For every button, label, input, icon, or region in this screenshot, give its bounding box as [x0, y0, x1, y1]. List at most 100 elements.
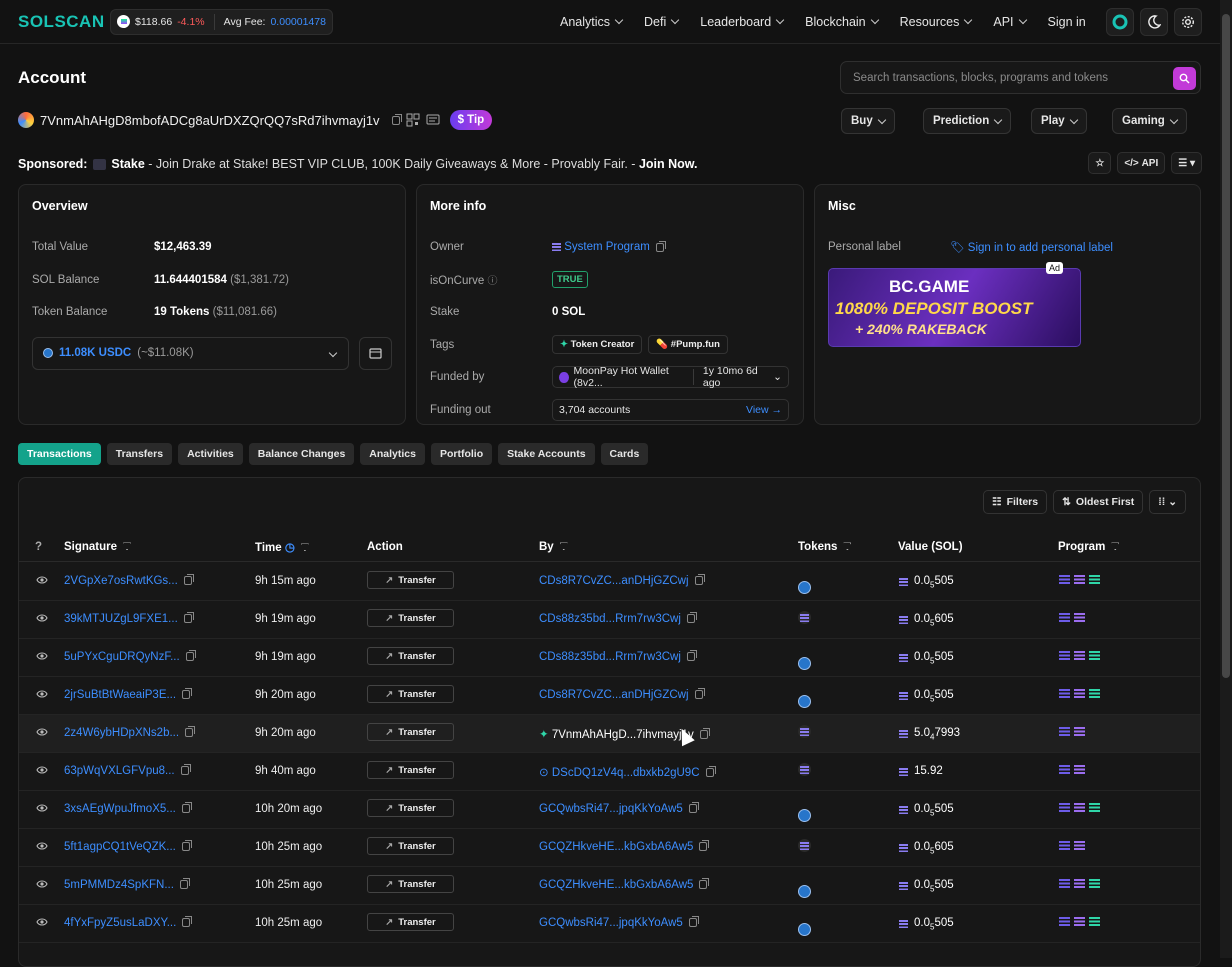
copy-icon[interactable]: [181, 840, 192, 852]
program-icon[interactable]: [1089, 651, 1100, 660]
signature-link[interactable]: 63pWqVXLGFVpu8...: [64, 764, 191, 777]
signature-link[interactable]: 5uPYxCguDRQyNzF...: [64, 650, 196, 663]
tab-activities[interactable]: Activities: [178, 443, 243, 465]
sol-token-icon[interactable]: [798, 725, 811, 738]
funding-out-view-link[interactable]: View →: [746, 404, 782, 416]
by-address-link[interactable]: GCQZHkveHE...kbGxbA6Aw5: [539, 840, 710, 853]
program-icon[interactable]: [1059, 765, 1070, 774]
header-tokens[interactable]: Tokens: [798, 541, 852, 553]
sort-button[interactable]: ⇅ Oldest First: [1053, 490, 1144, 514]
search-input[interactable]: Search transactions, blocks, programs an…: [840, 61, 1201, 94]
tab-transactions[interactable]: Transactions: [18, 443, 101, 465]
header-by[interactable]: By: [539, 541, 568, 553]
favorite-button[interactable]: ☆: [1088, 152, 1112, 174]
tab-cards[interactable]: Cards: [600, 443, 649, 465]
program-icon[interactable]: [1059, 575, 1070, 584]
tag-pump-fun[interactable]: 💊 #Pump.fun: [648, 335, 728, 355]
eye-icon[interactable]: [36, 574, 48, 586]
copy-icon[interactable]: [688, 916, 699, 928]
copy-icon[interactable]: [686, 650, 697, 662]
copy-icon[interactable]: [181, 802, 192, 814]
eye-icon[interactable]: [36, 764, 48, 776]
copy-icon[interactable]: [699, 728, 710, 740]
copy-icon[interactable]: [699, 878, 710, 890]
wallet-button[interactable]: [1106, 8, 1134, 36]
nav-blockchain[interactable]: Blockchain: [805, 15, 877, 29]
program-icon[interactable]: [1089, 879, 1100, 888]
tab-balance-changes[interactable]: Balance Changes: [248, 443, 355, 465]
prediction-dropdown[interactable]: Prediction: [923, 108, 1012, 134]
columns-menu-button[interactable]: ⁞⁞ ⌄: [1149, 490, 1186, 514]
program-icon[interactable]: [1059, 841, 1070, 850]
signature-link[interactable]: 5mPMMDz4SpKFN...: [64, 878, 190, 891]
program-icon[interactable]: [1059, 651, 1070, 660]
tab-portfolio[interactable]: Portfolio: [430, 443, 493, 465]
copy-icon[interactable]: [182, 688, 193, 700]
eye-icon[interactable]: [36, 688, 48, 700]
buy-dropdown[interactable]: Buy: [841, 108, 895, 134]
program-icon[interactable]: [1059, 689, 1070, 698]
tab-analytics[interactable]: Analytics: [360, 443, 425, 465]
tip-button[interactable]: $ Tip: [449, 110, 493, 130]
sol-token-icon[interactable]: [798, 763, 811, 776]
header-time[interactable]: Time ◷: [255, 540, 309, 554]
filter-icon[interactable]: [300, 543, 309, 552]
scrollbar-thumb[interactable]: [1222, 14, 1230, 678]
program-icon[interactable]: [1089, 689, 1100, 698]
eye-icon[interactable]: [36, 802, 48, 814]
sponsored-banner[interactable]: Sponsored: Stake - Join Drake at Stake! …: [18, 157, 698, 171]
program-icon[interactable]: [1089, 917, 1100, 926]
list-menu-button[interactable]: ☰ ▾: [1171, 152, 1202, 174]
program-icon[interactable]: [1089, 575, 1100, 584]
copy-icon[interactable]: [182, 916, 193, 928]
sol-token-icon[interactable]: [798, 839, 811, 852]
owner-link[interactable]: System Program: [564, 241, 650, 253]
copy-icon[interactable]: [180, 764, 191, 776]
program-icon[interactable]: [1074, 803, 1085, 812]
add-personal-label-link[interactable]: 🏷 Sign in to add personal label: [950, 240, 1113, 254]
header-program[interactable]: Program: [1058, 541, 1120, 553]
search-button[interactable]: [1173, 67, 1196, 90]
signature-link[interactable]: 5ft1agpCQ1tVeQZK...: [64, 840, 192, 853]
token-holdings-select[interactable]: 11.08K USDC (~$11.08K): [32, 336, 350, 370]
program-icon[interactable]: [1074, 879, 1085, 888]
program-icon[interactable]: [1089, 803, 1100, 812]
signature-link[interactable]: 3xsAEgWpuJfmoX5...: [64, 802, 192, 815]
eye-icon[interactable]: [36, 612, 48, 624]
by-address-link[interactable]: GCQwbsRi47...jpqKkYoAw5: [539, 916, 699, 929]
nav-analytics[interactable]: Analytics: [560, 15, 622, 29]
theme-toggle-button[interactable]: [1140, 8, 1168, 36]
usdc-token-icon[interactable]: [798, 923, 811, 936]
by-address-link[interactable]: CDs88z35bd...Rrm7rw3Cwj: [539, 612, 697, 625]
filter-icon[interactable]: [559, 542, 568, 551]
program-icon[interactable]: [1059, 727, 1070, 736]
by-address-link[interactable]: ⊙ DScDQ1zV4q...dbxkb2gU9C: [539, 765, 716, 779]
eye-icon[interactable]: [36, 840, 48, 852]
nav-defi[interactable]: Defi: [644, 15, 678, 29]
message-icon[interactable]: [426, 113, 440, 127]
by-address-link[interactable]: CDs8R7CvZC...anDHjGZCwj: [539, 688, 705, 701]
copy-icon[interactable]: [185, 650, 196, 662]
program-icon[interactable]: [1074, 917, 1085, 926]
bcgame-ad-banner[interactable]: BC.GAME 1080% DEPOSIT BOOST + 240% RAKEB…: [828, 267, 1081, 347]
program-icon[interactable]: [1074, 613, 1085, 622]
tab-stake-accounts[interactable]: Stake Accounts: [498, 443, 595, 465]
by-address-link[interactable]: CDs88z35bd...Rrm7rw3Cwj: [539, 650, 697, 663]
qr-code-icon[interactable]: [406, 113, 420, 127]
program-icon[interactable]: [1074, 651, 1085, 660]
play-dropdown[interactable]: Play: [1031, 108, 1087, 134]
sign-in-link[interactable]: Sign in: [1048, 15, 1086, 29]
program-icon[interactable]: [1074, 689, 1085, 698]
eye-icon[interactable]: [36, 878, 48, 890]
program-icon[interactable]: [1074, 841, 1085, 850]
by-address-link[interactable]: GCQZHkveHE...kbGxbA6Aw5: [539, 878, 710, 891]
help-icon[interactable]: ?: [35, 541, 42, 553]
program-icon[interactable]: [1074, 727, 1085, 736]
copy-icon[interactable]: [686, 612, 697, 624]
eye-icon[interactable]: [36, 916, 48, 928]
copy-icon[interactable]: [705, 766, 716, 778]
program-icon[interactable]: [1074, 575, 1085, 584]
usdc-token-icon[interactable]: [798, 885, 811, 898]
settings-button[interactable]: [1174, 8, 1202, 36]
gaming-dropdown[interactable]: Gaming: [1112, 108, 1187, 134]
